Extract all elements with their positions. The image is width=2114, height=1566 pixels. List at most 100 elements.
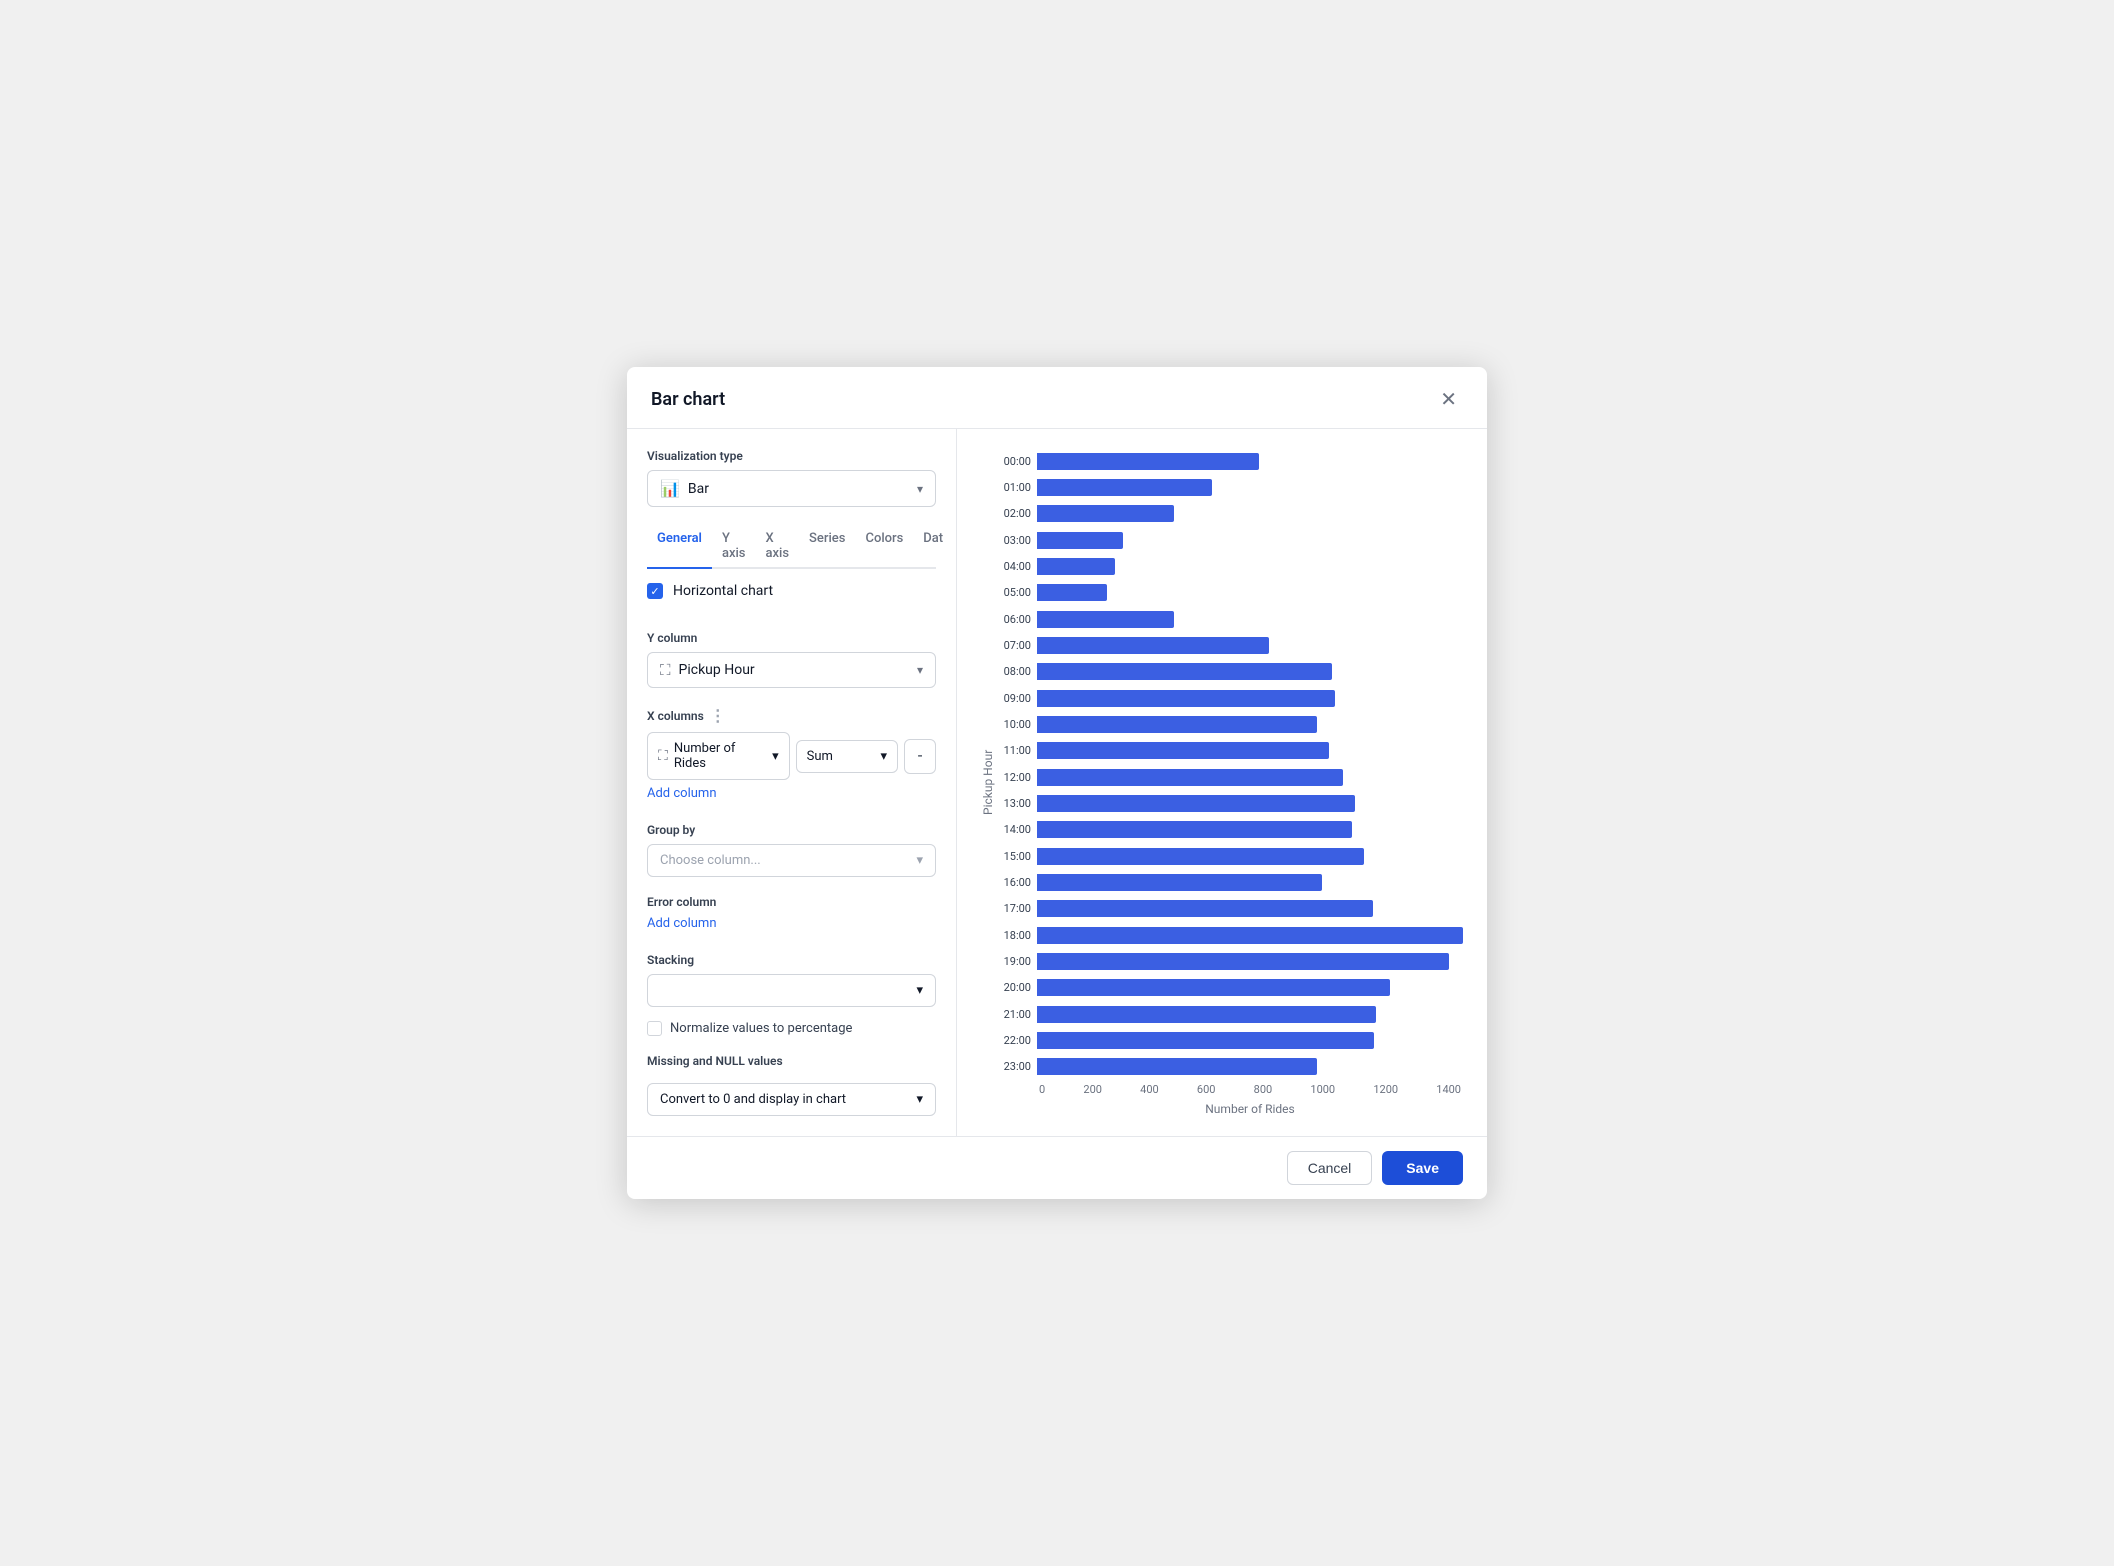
tab-general[interactable]: General xyxy=(647,525,712,569)
x-aggregate-chevron-icon: ▾ xyxy=(880,749,887,764)
bar-track xyxy=(1037,844,1463,868)
x-columns-label: X columns xyxy=(647,709,704,723)
bar-label: 06:00 xyxy=(995,613,1031,626)
tab-series[interactable]: Series xyxy=(799,525,855,569)
bar-label: 02:00 xyxy=(995,507,1031,520)
right-panel: Pickup Hour 00:0001:0002:0003:0004:0005:… xyxy=(957,429,1487,1136)
bar-fill xyxy=(1037,584,1107,601)
x-axis-ticks-row: 0200400600800100012001400 xyxy=(995,1083,1463,1096)
bar-row: 13:00 xyxy=(995,791,1463,815)
y-column-select[interactable]: ⛶ Pickup Hour ▾ xyxy=(647,652,936,688)
x-axis-ticks: 0200400600800100012001400 xyxy=(1037,1083,1463,1096)
bar-track xyxy=(1037,660,1463,684)
tab-y-axis[interactable]: Y axis xyxy=(712,525,756,569)
bar-track xyxy=(1037,686,1463,710)
null-values-select[interactable]: Convert to 0 and display in chart ▾ xyxy=(647,1083,936,1116)
x-aggregate-select[interactable]: Sum ▾ xyxy=(796,740,898,773)
bar-row: 08:00 xyxy=(995,660,1463,684)
bar-row: 03:00 xyxy=(995,528,1463,552)
group-by-chevron-icon: ▾ xyxy=(916,853,923,868)
bar-row: 05:00 xyxy=(995,581,1463,605)
x-tick: 200 xyxy=(1083,1083,1102,1096)
bar-fill xyxy=(1037,874,1322,891)
bar-track xyxy=(1037,897,1463,921)
bar-chart-icon: 📊 xyxy=(660,479,680,498)
x-column-value: Number of Rides xyxy=(674,741,768,771)
bar-label: 15:00 xyxy=(995,850,1031,863)
bar-fill xyxy=(1037,821,1352,838)
x-tick: 600 xyxy=(1197,1083,1216,1096)
bar-track xyxy=(1037,528,1463,552)
bar-track xyxy=(1037,976,1463,1000)
bar-row: 22:00 xyxy=(995,1028,1463,1052)
bar-row: 00:00 xyxy=(995,449,1463,473)
bar-fill xyxy=(1037,848,1364,865)
bar-track xyxy=(1037,475,1463,499)
y-column-value: Pickup Hour xyxy=(679,662,755,678)
bar-track xyxy=(1037,923,1463,947)
group-by-label: Group by xyxy=(647,823,936,837)
left-panel: Visualization type 📊 Bar ▾ General Y axi… xyxy=(627,429,957,1136)
x-column-select[interactable]: ⛶ Number of Rides ▾ xyxy=(647,732,790,780)
chart-area: Pickup Hour 00:0001:0002:0003:0004:0005:… xyxy=(977,449,1463,1116)
x-tick: 0 xyxy=(1039,1083,1045,1096)
chart-inner: Pickup Hour 00:0001:0002:0003:0004:0005:… xyxy=(977,449,1463,1116)
horizontal-chart-checkbox[interactable]: ✓ xyxy=(647,583,663,599)
bar-label: 08:00 xyxy=(995,665,1031,678)
bar-row: 09:00 xyxy=(995,686,1463,710)
bar-fill xyxy=(1037,953,1449,970)
y-column-label: Y column xyxy=(647,631,936,645)
bar-fill xyxy=(1037,979,1390,996)
bar-row: 10:00 xyxy=(995,712,1463,736)
modal-footer: Cancel Save xyxy=(627,1136,1487,1199)
bar-row: 17:00 xyxy=(995,897,1463,921)
modal-container: Bar chart ✕ Visualization type 📊 Bar ▾ G… xyxy=(627,367,1487,1199)
remove-x-column-button[interactable]: - xyxy=(904,739,936,774)
group-by-select[interactable]: Choose column... ▾ xyxy=(647,844,936,877)
viz-type-select[interactable]: 📊 Bar ▾ xyxy=(647,470,936,507)
save-button[interactable]: Save xyxy=(1382,1151,1463,1185)
null-values-label: Missing and NULL values xyxy=(647,1054,936,1068)
bar-label: 04:00 xyxy=(995,560,1031,573)
null-values-value: Convert to 0 and display in chart xyxy=(660,1092,846,1107)
bar-track xyxy=(1037,765,1463,789)
tab-colors[interactable]: Colors xyxy=(855,525,913,569)
tab-x-axis[interactable]: X axis xyxy=(756,525,800,569)
x-tick: 400 xyxy=(1140,1083,1159,1096)
modal-body: Visualization type 📊 Bar ▾ General Y axi… xyxy=(627,429,1487,1136)
bar-fill xyxy=(1037,742,1329,759)
bar-row: 04:00 xyxy=(995,554,1463,578)
bar-fill xyxy=(1037,927,1463,944)
bar-row: 20:00 xyxy=(995,976,1463,1000)
cancel-button[interactable]: Cancel xyxy=(1287,1151,1373,1185)
bar-row: 18:00 xyxy=(995,923,1463,947)
bar-fill xyxy=(1037,453,1259,470)
error-column-label: Error column xyxy=(647,895,936,909)
add-x-column-link[interactable]: Add column xyxy=(647,786,936,801)
tab-dat[interactable]: Dat xyxy=(913,525,953,569)
x-columns-section: X columns ⋮ xyxy=(647,706,936,725)
bar-track xyxy=(1037,818,1463,842)
bar-label: 01:00 xyxy=(995,481,1031,494)
bar-label: 18:00 xyxy=(995,929,1031,942)
bar-fill xyxy=(1037,1058,1317,1075)
stacking-select[interactable]: ▾ xyxy=(647,974,936,1007)
horizontal-chart-row: ✓ Horizontal chart xyxy=(647,583,936,599)
bar-label: 22:00 xyxy=(995,1034,1031,1047)
bar-fill xyxy=(1037,1032,1374,1049)
y-column-icon: ⛶ xyxy=(660,661,671,679)
close-button[interactable]: ✕ xyxy=(1434,385,1463,414)
bar-row: 19:00 xyxy=(995,949,1463,973)
bar-label: 03:00 xyxy=(995,534,1031,547)
bar-label: 17:00 xyxy=(995,902,1031,915)
settings-tabs: General Y axis X axis Series Colors Dat … xyxy=(647,525,936,569)
normalize-checkbox[interactable] xyxy=(647,1021,662,1036)
modal-title: Bar chart xyxy=(651,389,725,410)
x-tick: 1000 xyxy=(1310,1083,1335,1096)
null-values-chevron-icon: ▾ xyxy=(916,1092,923,1107)
bar-label: 12:00 xyxy=(995,771,1031,784)
bar-track xyxy=(1037,1028,1463,1052)
bar-label: 23:00 xyxy=(995,1060,1031,1073)
bar-fill xyxy=(1037,505,1174,522)
add-error-column-link[interactable]: Add column xyxy=(647,916,936,931)
